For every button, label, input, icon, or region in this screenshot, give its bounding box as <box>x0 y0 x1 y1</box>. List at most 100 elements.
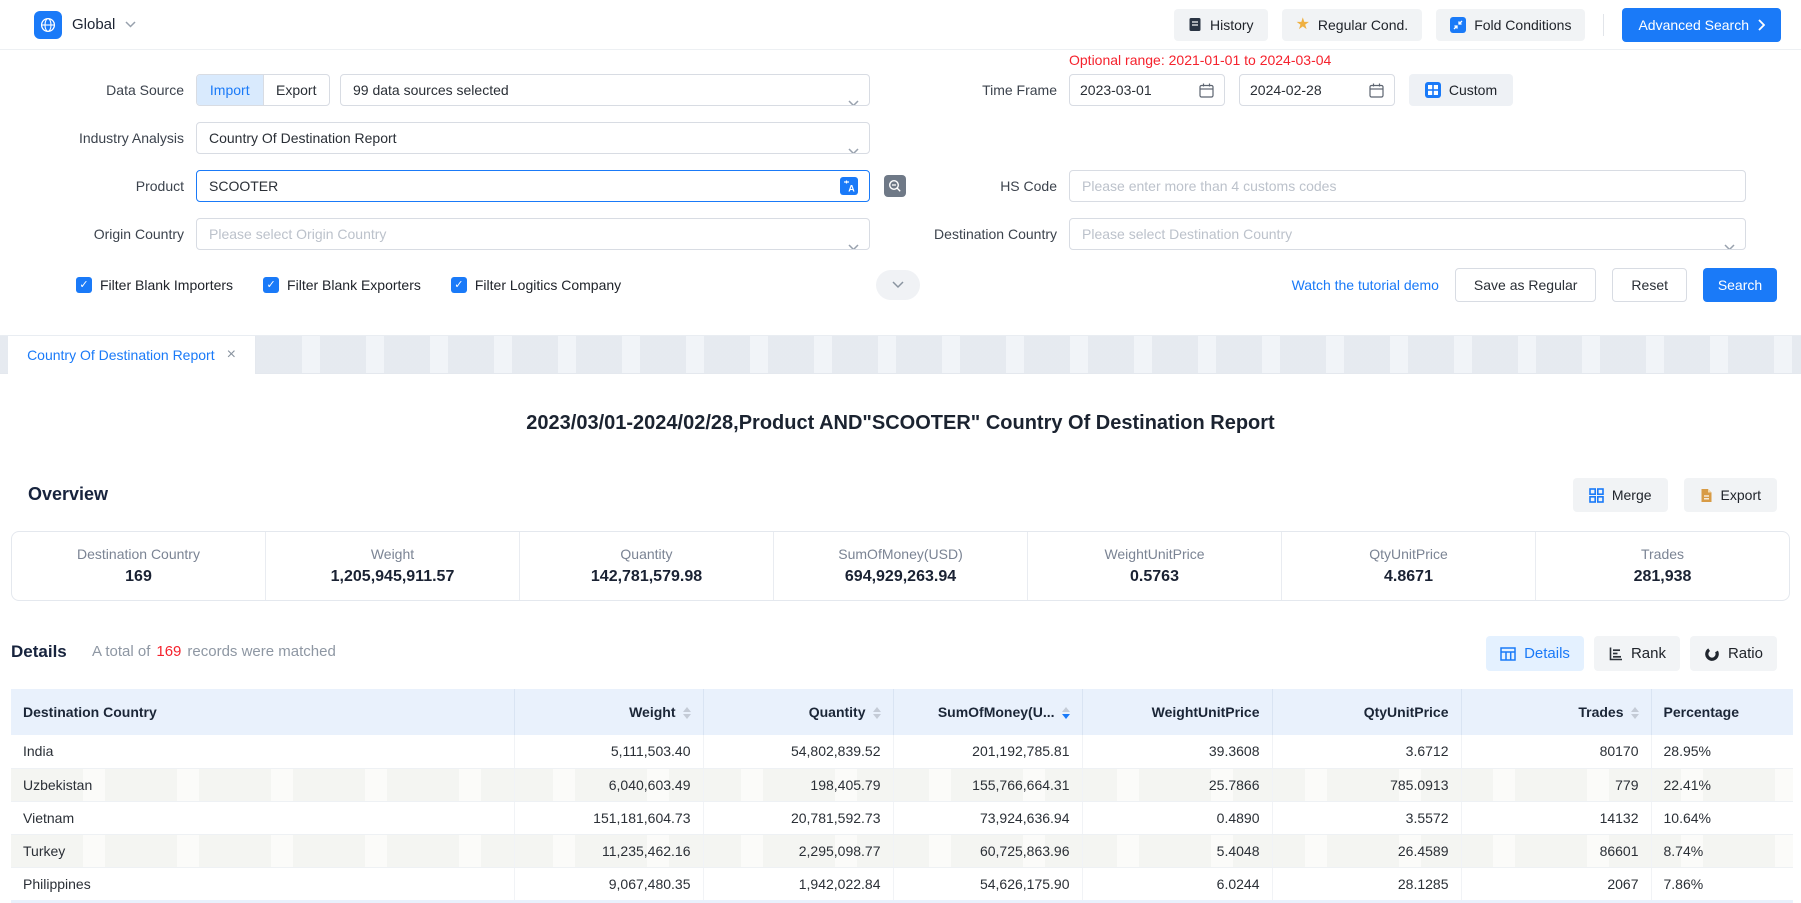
close-icon[interactable]: × <box>227 347 236 363</box>
view-ratio-label: Ratio <box>1728 645 1763 662</box>
time-frame-label: Time Frame <box>880 74 1057 106</box>
stat-value: 1,205,945,911.57 <box>331 568 455 586</box>
sort-arrows-icon[interactable] <box>1631 707 1639 719</box>
search-button[interactable]: Search <box>1703 268 1777 302</box>
details-table: Destination CountryWeightQuantity SumOfMo… <box>11 689 1793 901</box>
topbar-actions: History ★ Regular Cond. Fold Conditions … <box>1174 8 1781 42</box>
stat-value: 169 <box>125 568 152 586</box>
checkbox-checked-icon[interactable]: ✓ <box>76 277 92 293</box>
sort-arrows-icon[interactable] <box>873 707 881 719</box>
custom-range-button[interactable]: Custom <box>1409 74 1513 106</box>
checkbox-filter-blank-importers[interactable]: ✓ Filter Blank Importers <box>76 277 233 293</box>
search-form: Optional range: 2021-01-01 to 2024-03-04… <box>0 50 1801 336</box>
destination-country-placeholder: Please select Destination Country <box>1082 226 1292 242</box>
export-button[interactable]: Export <box>1684 478 1777 512</box>
calendar-icon <box>1369 83 1384 98</box>
cell-trades: 86601 <box>1461 834 1651 867</box>
history-button[interactable]: History <box>1174 9 1268 41</box>
total-prefix: A total of <box>92 643 150 660</box>
hs-code-input[interactable] <box>1069 170 1746 202</box>
tab-label: Country Of Destination Report <box>27 347 215 363</box>
stat-label: Destination Country <box>77 546 200 562</box>
origin-country-placeholder: Please select Origin Country <box>209 226 386 242</box>
save-as-regular-button[interactable]: Save as Regular <box>1455 268 1597 302</box>
stat-value: 4.8671 <box>1384 568 1433 586</box>
merge-label: Merge <box>1612 487 1652 503</box>
import-tab[interactable]: Import <box>197 75 263 105</box>
cell-country: Philippines <box>11 867 514 900</box>
cell-trades: 14132 <box>1461 801 1651 834</box>
cell-percentage: 28.95% <box>1651 735 1793 768</box>
cell-trades: 2067 <box>1461 867 1651 900</box>
checkbox-filter-logitics-company[interactable]: ✓Filter Logitics Company <box>451 277 621 293</box>
stat-label: Weight <box>371 546 414 562</box>
chevron-down-icon <box>892 281 904 289</box>
start-date-input[interactable]: 2023-03-01 <box>1069 74 1225 106</box>
sort-arrows-icon[interactable] <box>683 707 691 719</box>
cell-trades: 80170 <box>1461 735 1651 768</box>
view-details-label: Details <box>1524 645 1570 662</box>
merge-button[interactable]: Merge <box>1573 478 1668 512</box>
stat-label: Trades <box>1641 546 1684 562</box>
cell-country: Vietnam <box>11 801 514 834</box>
view-rank-button[interactable]: Rank <box>1594 636 1680 671</box>
cell-percentage: 10.64% <box>1651 801 1793 834</box>
fold-conditions-button[interactable]: Fold Conditions <box>1436 9 1585 41</box>
column-label: SumOfMoney(U... <box>938 704 1055 720</box>
form-actions: Watch the tutorial demo Save as Regular … <box>1292 267 1777 303</box>
overview-card: Destination Country 169 Weight 1,205,945,91… <box>11 531 1790 601</box>
origin-country-select[interactable]: Please select Origin Country <box>196 218 870 250</box>
optional-range-text: Optional range: 2021-01-01 to 2024-03-04 <box>1069 52 1331 68</box>
table-icon <box>1500 647 1516 661</box>
checkbox-label: Filter Blank Importers <box>100 277 233 293</box>
column-label: Percentage <box>1664 704 1739 720</box>
destination-country-select[interactable]: Please select Destination Country <box>1069 218 1746 250</box>
cell-country: Turkey <box>11 834 514 867</box>
table-row-philippines: Philippines9,067,480.351,942,022.8454,62… <box>11 867 1793 900</box>
product-input[interactable] <box>196 170 870 202</box>
column-header-sumofmoney-u[interactable]: SumOfMoney(U... <box>893 689 1082 735</box>
regular-cond-button[interactable]: ★ Regular Cond. <box>1282 9 1423 41</box>
view-ratio-button[interactable]: Ratio <box>1690 636 1777 671</box>
data-source-select[interactable]: 99 data sources selected <box>340 74 870 106</box>
stat-value: 0.5763 <box>1130 568 1179 586</box>
overview-tools: Merge Export <box>1573 478 1777 512</box>
column-header-weight[interactable]: Weight <box>514 689 703 735</box>
collapse-form-button[interactable] <box>876 270 920 300</box>
checkbox-filter-blank-exporters[interactable]: ✓ Filter Blank Exporters <box>263 277 421 293</box>
end-date-input[interactable]: 2024-02-28 <box>1239 74 1395 106</box>
stat-qtyunitprice: QtyUnitPrice4.8671 <box>1281 532 1535 600</box>
stat-label: Quantity <box>620 546 672 562</box>
bar-chart-icon <box>1608 646 1623 661</box>
column-header-quantity[interactable]: Quantity <box>703 689 893 735</box>
reset-button[interactable]: Reset <box>1612 268 1687 302</box>
industry-analysis-value: Country Of Destination Report <box>209 130 397 146</box>
translate-icon[interactable]: A <box>840 177 858 195</box>
industry-analysis-select[interactable]: Country Of Destination Report <box>196 122 870 154</box>
start-date-value: 2023-03-01 <box>1080 82 1152 98</box>
view-details-button[interactable]: Details <box>1486 636 1584 671</box>
history-label: History <box>1210 17 1254 33</box>
table-header-row: Destination CountryWeightQuantity SumOfMo… <box>11 689 1793 735</box>
calendar-icon <box>1199 83 1214 98</box>
cell-percentage: 8.74% <box>1651 834 1793 867</box>
cell-sumofmoney-u: 60,725,863.96 <box>893 834 1082 867</box>
stat-weight: Weight 1,205,945,911.57 <box>265 532 519 600</box>
tutorial-link[interactable]: Watch the tutorial demo <box>1292 277 1439 293</box>
checkbox-checked-icon[interactable]: ✓ <box>451 277 467 293</box>
advanced-search-label: Advanced Search <box>1638 17 1749 33</box>
export-tab[interactable]: Export <box>263 75 330 105</box>
cell-quantity: 2,295,098.77 <box>703 834 893 867</box>
data-source-label: Data Source <box>0 74 184 106</box>
history-icon <box>1188 17 1202 32</box>
advanced-search-button[interactable]: Advanced Search <box>1622 8 1781 42</box>
checkbox-label: Filter Blank Exporters <box>287 277 421 293</box>
tab-country-of-destination-report[interactable]: Country Of Destination Report × <box>8 336 256 374</box>
cell-weight: 11,235,462.16 <box>514 834 703 867</box>
sort-arrows-icon[interactable] <box>1062 707 1070 719</box>
checkbox-checked-icon[interactable]: ✓ <box>263 277 279 293</box>
column-header-destination-country: Destination Country <box>11 689 514 735</box>
column-header-trades[interactable]: Trades <box>1461 689 1651 735</box>
top-bar: Global History ★ Regular Cond. Fold Cond… <box>0 0 1801 50</box>
region-selector[interactable]: Global <box>34 11 136 39</box>
